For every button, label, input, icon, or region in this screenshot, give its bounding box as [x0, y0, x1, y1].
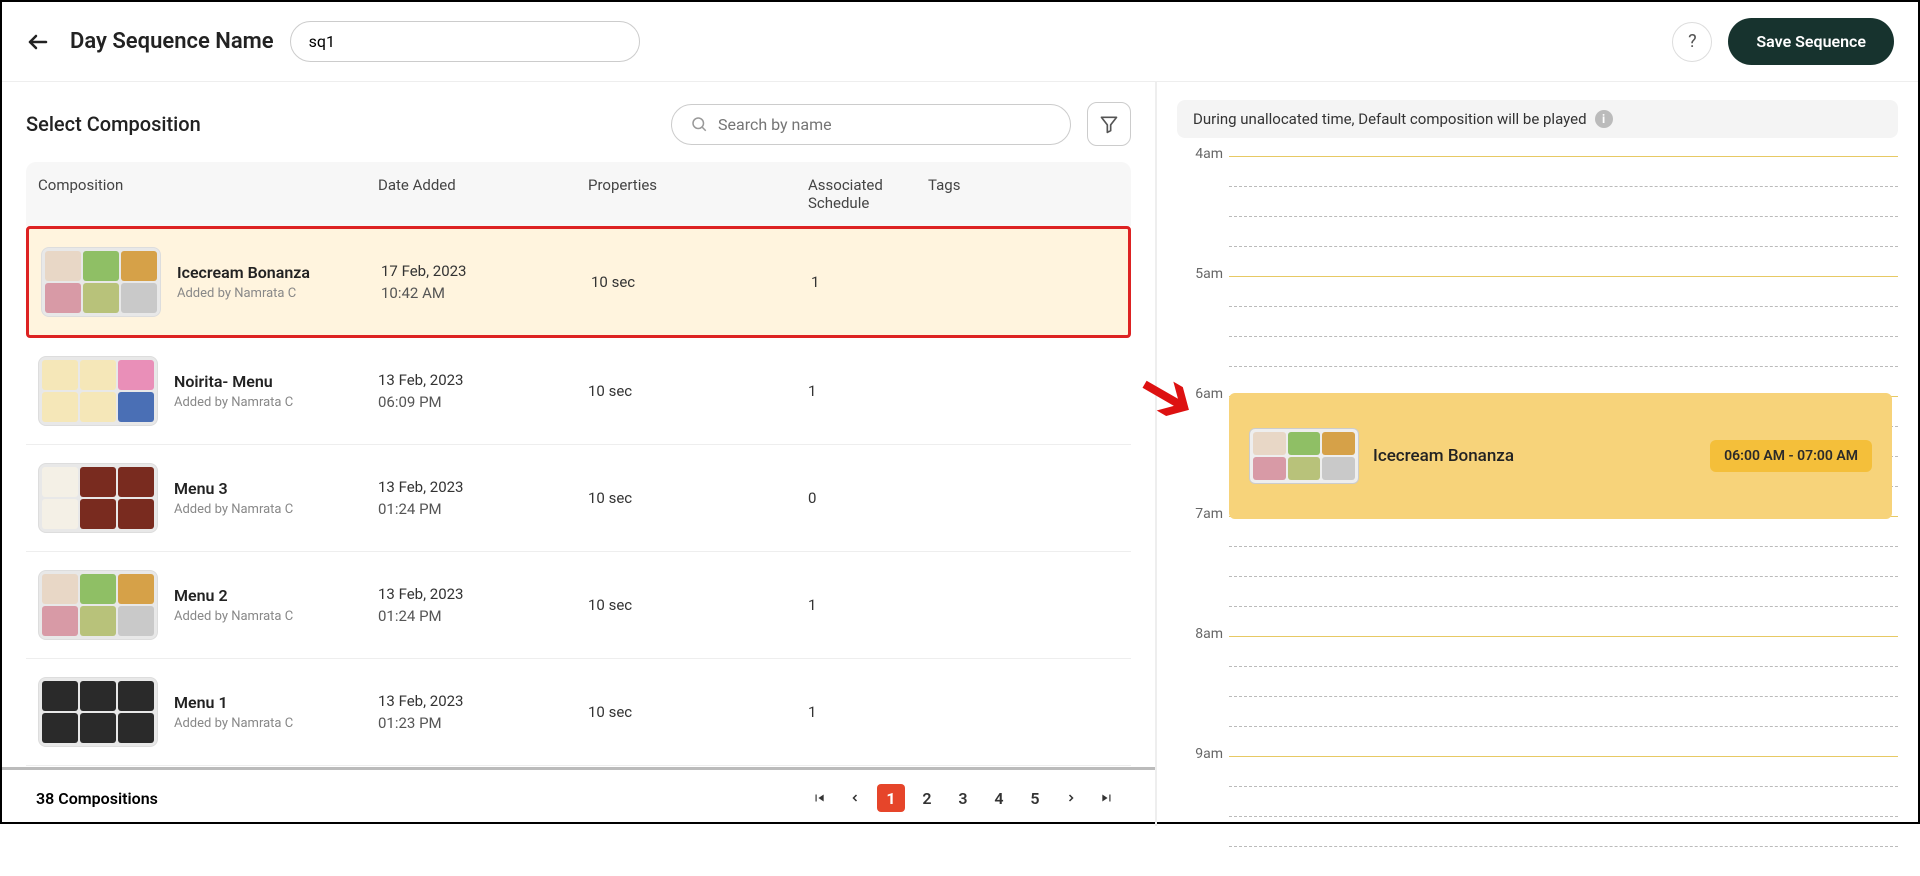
pager-page[interactable]: 3: [949, 784, 977, 812]
col-tags: Tags: [928, 176, 1119, 212]
hour-row[interactable]: 9am: [1177, 756, 1898, 876]
table-header-row: Composition Date Added Properties Associ…: [26, 162, 1131, 226]
table-row[interactable]: Menu 2 Added by Namrata C13 Feb, 202301:2…: [26, 552, 1131, 659]
composition-added-by: Added by Namrata C: [177, 286, 381, 301]
table-row[interactable]: Menu 3 Added by Namrata C13 Feb, 202301:2…: [26, 445, 1131, 552]
search-icon: [690, 115, 708, 133]
hour-label: 9am: [1177, 746, 1223, 762]
event-time-badge: 06:00 AM - 07:00 AM: [1710, 440, 1872, 472]
pager-page[interactable]: 4: [985, 784, 1013, 812]
info-banner: During unallocated time, Default composi…: [1177, 100, 1898, 138]
date-added-cell: 13 Feb, 202301:23 PM: [378, 692, 588, 732]
schedule-cell: 1: [811, 273, 931, 291]
table-row[interactable]: Menu 1 Added by Namrata C13 Feb, 202301:2…: [26, 659, 1131, 766]
header: Day Sequence Name ? Save Sequence: [2, 2, 1918, 82]
pager-page[interactable]: 2: [913, 784, 941, 812]
page-title: Day Sequence Name: [70, 29, 274, 54]
back-arrow-icon[interactable]: [26, 30, 54, 54]
table-row[interactable]: Noirita- Menu Added by Namrata C13 Feb, 2…: [26, 338, 1131, 445]
hour-row[interactable]: 7am: [1177, 516, 1898, 636]
properties-cell: 10 sec: [588, 596, 808, 614]
date-added-cell: 13 Feb, 202301:24 PM: [378, 478, 588, 518]
composition-name: Menu 2: [174, 586, 378, 605]
hour-label: 7am: [1177, 506, 1223, 522]
event-name: Icecream Bonanza: [1373, 446, 1696, 466]
date-added-cell: 17 Feb, 202310:42 AM: [381, 262, 591, 302]
hour-row[interactable]: 8am: [1177, 636, 1898, 756]
properties-cell: 10 sec: [591, 273, 811, 291]
properties-cell: 10 sec: [588, 703, 808, 721]
composition-added-by: Added by Namrata C: [174, 609, 378, 624]
hour-row[interactable]: 5am: [1177, 276, 1898, 396]
date-added-cell: 13 Feb, 202306:09 PM: [378, 371, 588, 411]
help-button[interactable]: ?: [1672, 22, 1712, 62]
composition-name: Icecream Bonanza: [177, 263, 381, 282]
info-icon[interactable]: i: [1595, 110, 1613, 128]
main: Select Composition Composition Date Adde…: [2, 82, 1918, 826]
date-added-cell: 13 Feb, 202301:24 PM: [378, 585, 588, 625]
schedule-cell: 1: [808, 596, 928, 614]
composition-added-by: Added by Namrata C: [174, 716, 378, 731]
schedule-cell: 1: [808, 382, 928, 400]
composition-thumbnail: [38, 677, 158, 747]
hour-label: 4am: [1177, 146, 1223, 162]
composition-thumbnail: [41, 247, 161, 317]
pager-page[interactable]: 5: [1021, 784, 1049, 812]
composition-thumbnail: [38, 570, 158, 640]
composition-thumbnail: [38, 356, 158, 426]
pager-total: 38 Compositions: [36, 789, 805, 808]
timeline-event[interactable]: Icecream Bonanza 06:00 AM - 07:00 AM: [1229, 393, 1892, 519]
hour-row[interactable]: 4am: [1177, 156, 1898, 276]
schedule-cell: 1: [808, 703, 928, 721]
pager-first[interactable]: [805, 784, 833, 812]
col-date-added[interactable]: Date Added: [378, 176, 588, 212]
info-text: During unallocated time, Default composi…: [1193, 110, 1587, 128]
composition-panel: Select Composition Composition Date Adde…: [2, 82, 1157, 826]
search-input-wrapper[interactable]: [671, 104, 1071, 145]
filter-button[interactable]: [1087, 102, 1131, 146]
hour-label: 5am: [1177, 266, 1223, 282]
col-properties: Properties: [588, 176, 808, 212]
timeline[interactable]: 4am5am6am7am8am9amIcecream Bonanza06:00 …: [1177, 156, 1898, 796]
hour-label: 6am: [1177, 386, 1223, 402]
pager-prev[interactable]: [841, 784, 869, 812]
pager-next[interactable]: [1057, 784, 1085, 812]
properties-cell: 10 sec: [588, 382, 808, 400]
pager-page[interactable]: 1: [877, 784, 905, 812]
col-composition[interactable]: Composition: [38, 176, 378, 212]
col-schedule: Associated Schedule: [808, 176, 928, 212]
properties-cell: 10 sec: [588, 489, 808, 507]
schedule-cell: 0: [808, 489, 928, 507]
save-sequence-button[interactable]: Save Sequence: [1728, 18, 1894, 65]
composition-added-by: Added by Namrata C: [174, 502, 378, 517]
sequence-name-input[interactable]: [290, 21, 640, 62]
composition-name: Menu 1: [174, 693, 378, 712]
pager: 38 Compositions 12345: [2, 767, 1155, 826]
composition-thumbnail: [38, 463, 158, 533]
hour-label: 8am: [1177, 626, 1223, 642]
funnel-icon: [1099, 114, 1119, 134]
composition-added-by: Added by Namrata C: [174, 395, 378, 410]
table-row[interactable]: Icecream Bonanza Added by Namrata C17 Feb…: [26, 226, 1131, 338]
event-thumbnail: [1249, 428, 1359, 484]
panel-title: Select Composition: [26, 112, 655, 136]
timeline-panel: During unallocated time, Default composi…: [1157, 82, 1918, 826]
search-input[interactable]: [718, 115, 1052, 134]
composition-table: Composition Date Added Properties Associ…: [2, 162, 1155, 767]
composition-name: Menu 3: [174, 479, 378, 498]
pager-last[interactable]: [1093, 784, 1121, 812]
composition-name: Noirita- Menu: [174, 372, 378, 391]
